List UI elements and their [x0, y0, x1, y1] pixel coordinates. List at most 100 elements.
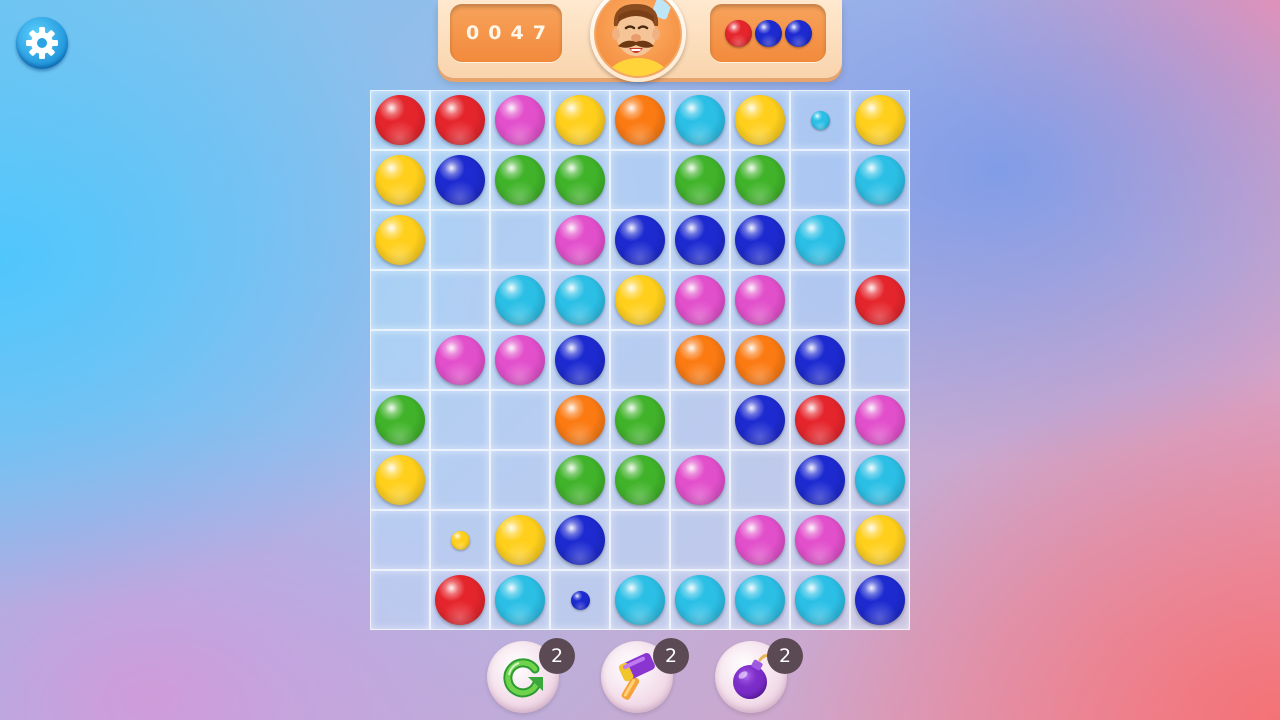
ball-green[interactable]: [675, 155, 725, 205]
board-cell[interactable]: [490, 150, 550, 210]
board-cell[interactable]: [430, 330, 490, 390]
ball-cyan[interactable]: [855, 455, 905, 505]
board-cell[interactable]: [430, 390, 490, 450]
board-cell[interactable]: [790, 330, 850, 390]
board-cell[interactable]: [610, 150, 670, 210]
board-cell[interactable]: [430, 270, 490, 330]
ball-orange[interactable]: [675, 335, 725, 385]
ball-green[interactable]: [615, 395, 665, 445]
board-cell[interactable]: [790, 450, 850, 510]
board-cell[interactable]: [670, 150, 730, 210]
ball-cyan[interactable]: [735, 575, 785, 625]
pending-ball-yellow[interactable]: [450, 530, 470, 550]
board-cell[interactable]: [790, 270, 850, 330]
ball-green[interactable]: [375, 395, 425, 445]
board-cell[interactable]: [670, 270, 730, 330]
ball-pink[interactable]: [435, 335, 485, 385]
board-cell[interactable]: [370, 210, 430, 270]
ball-blue[interactable]: [615, 215, 665, 265]
board-cell[interactable]: [610, 570, 670, 630]
ball-blue[interactable]: [675, 215, 725, 265]
ball-red[interactable]: [435, 95, 485, 145]
board-cell[interactable]: [430, 570, 490, 630]
ball-pink[interactable]: [495, 335, 545, 385]
board-cell[interactable]: [490, 90, 550, 150]
board-cell[interactable]: [550, 330, 610, 390]
ball-yellow[interactable]: [855, 95, 905, 145]
board-cell[interactable]: [490, 570, 550, 630]
ball-yellow[interactable]: [555, 95, 605, 145]
board-cell[interactable]: [550, 450, 610, 510]
board-cell[interactable]: [790, 510, 850, 570]
board-cell[interactable]: [670, 210, 730, 270]
board-cell[interactable]: [730, 390, 790, 450]
board-cell[interactable]: [850, 150, 910, 210]
board-cell[interactable]: [850, 510, 910, 570]
ball-cyan[interactable]: [855, 155, 905, 205]
board-cell[interactable]: [490, 210, 550, 270]
board-cell[interactable]: [610, 90, 670, 150]
board-cell[interactable]: [370, 450, 430, 510]
board-cell[interactable]: [790, 90, 850, 150]
ball-cyan[interactable]: [795, 575, 845, 625]
ball-cyan[interactable]: [495, 575, 545, 625]
ball-green[interactable]: [555, 455, 605, 505]
board-cell[interactable]: [850, 390, 910, 450]
ball-red[interactable]: [435, 575, 485, 625]
board-cell[interactable]: [610, 210, 670, 270]
board-cell[interactable]: [370, 390, 430, 450]
board-cell[interactable]: [730, 510, 790, 570]
ball-blue[interactable]: [855, 575, 905, 625]
board-cell[interactable]: [790, 390, 850, 450]
ball-cyan[interactable]: [555, 275, 605, 325]
board-cell[interactable]: [730, 450, 790, 510]
ball-blue[interactable]: [735, 395, 785, 445]
ball-blue[interactable]: [435, 155, 485, 205]
ball-pink[interactable]: [495, 95, 545, 145]
bomb-booster[interactable]: 2: [715, 638, 803, 713]
ball-green[interactable]: [495, 155, 545, 205]
board-cell[interactable]: [850, 270, 910, 330]
board-cell[interactable]: [730, 570, 790, 630]
board-cell[interactable]: [550, 570, 610, 630]
board-cell[interactable]: [730, 270, 790, 330]
ball-green[interactable]: [555, 155, 605, 205]
ball-cyan[interactable]: [675, 95, 725, 145]
board-cell[interactable]: [790, 570, 850, 630]
board-cell[interactable]: [670, 330, 730, 390]
ball-blue[interactable]: [795, 335, 845, 385]
ball-pink[interactable]: [555, 215, 605, 265]
ball-yellow[interactable]: [735, 95, 785, 145]
settings-button[interactable]: [16, 17, 68, 69]
ball-green[interactable]: [615, 455, 665, 505]
board-cell[interactable]: [850, 90, 910, 150]
pending-ball-cyan[interactable]: [810, 110, 830, 130]
board-cell[interactable]: [370, 570, 430, 630]
board-cell[interactable]: [790, 150, 850, 210]
board-cell[interactable]: [670, 390, 730, 450]
ball-cyan[interactable]: [615, 575, 665, 625]
board-cell[interactable]: [670, 90, 730, 150]
board-cell[interactable]: [370, 510, 430, 570]
ball-blue[interactable]: [795, 455, 845, 505]
board-cell[interactable]: [790, 210, 850, 270]
ball-orange[interactable]: [615, 95, 665, 145]
board-cell[interactable]: [610, 510, 670, 570]
board-cell[interactable]: [730, 210, 790, 270]
board-cell[interactable]: [730, 150, 790, 210]
board-cell[interactable]: [370, 90, 430, 150]
board-cell[interactable]: [550, 270, 610, 330]
ball-yellow[interactable]: [375, 155, 425, 205]
board-cell[interactable]: [550, 150, 610, 210]
board-cell[interactable]: [850, 450, 910, 510]
ball-red[interactable]: [855, 275, 905, 325]
board-cell[interactable]: [850, 330, 910, 390]
ball-pink[interactable]: [855, 395, 905, 445]
board-cell[interactable]: [490, 510, 550, 570]
board-cell[interactable]: [670, 570, 730, 630]
board-cell[interactable]: [490, 450, 550, 510]
board-cell[interactable]: [730, 330, 790, 390]
ball-yellow[interactable]: [495, 515, 545, 565]
board-cell[interactable]: [670, 510, 730, 570]
ball-pink[interactable]: [735, 515, 785, 565]
